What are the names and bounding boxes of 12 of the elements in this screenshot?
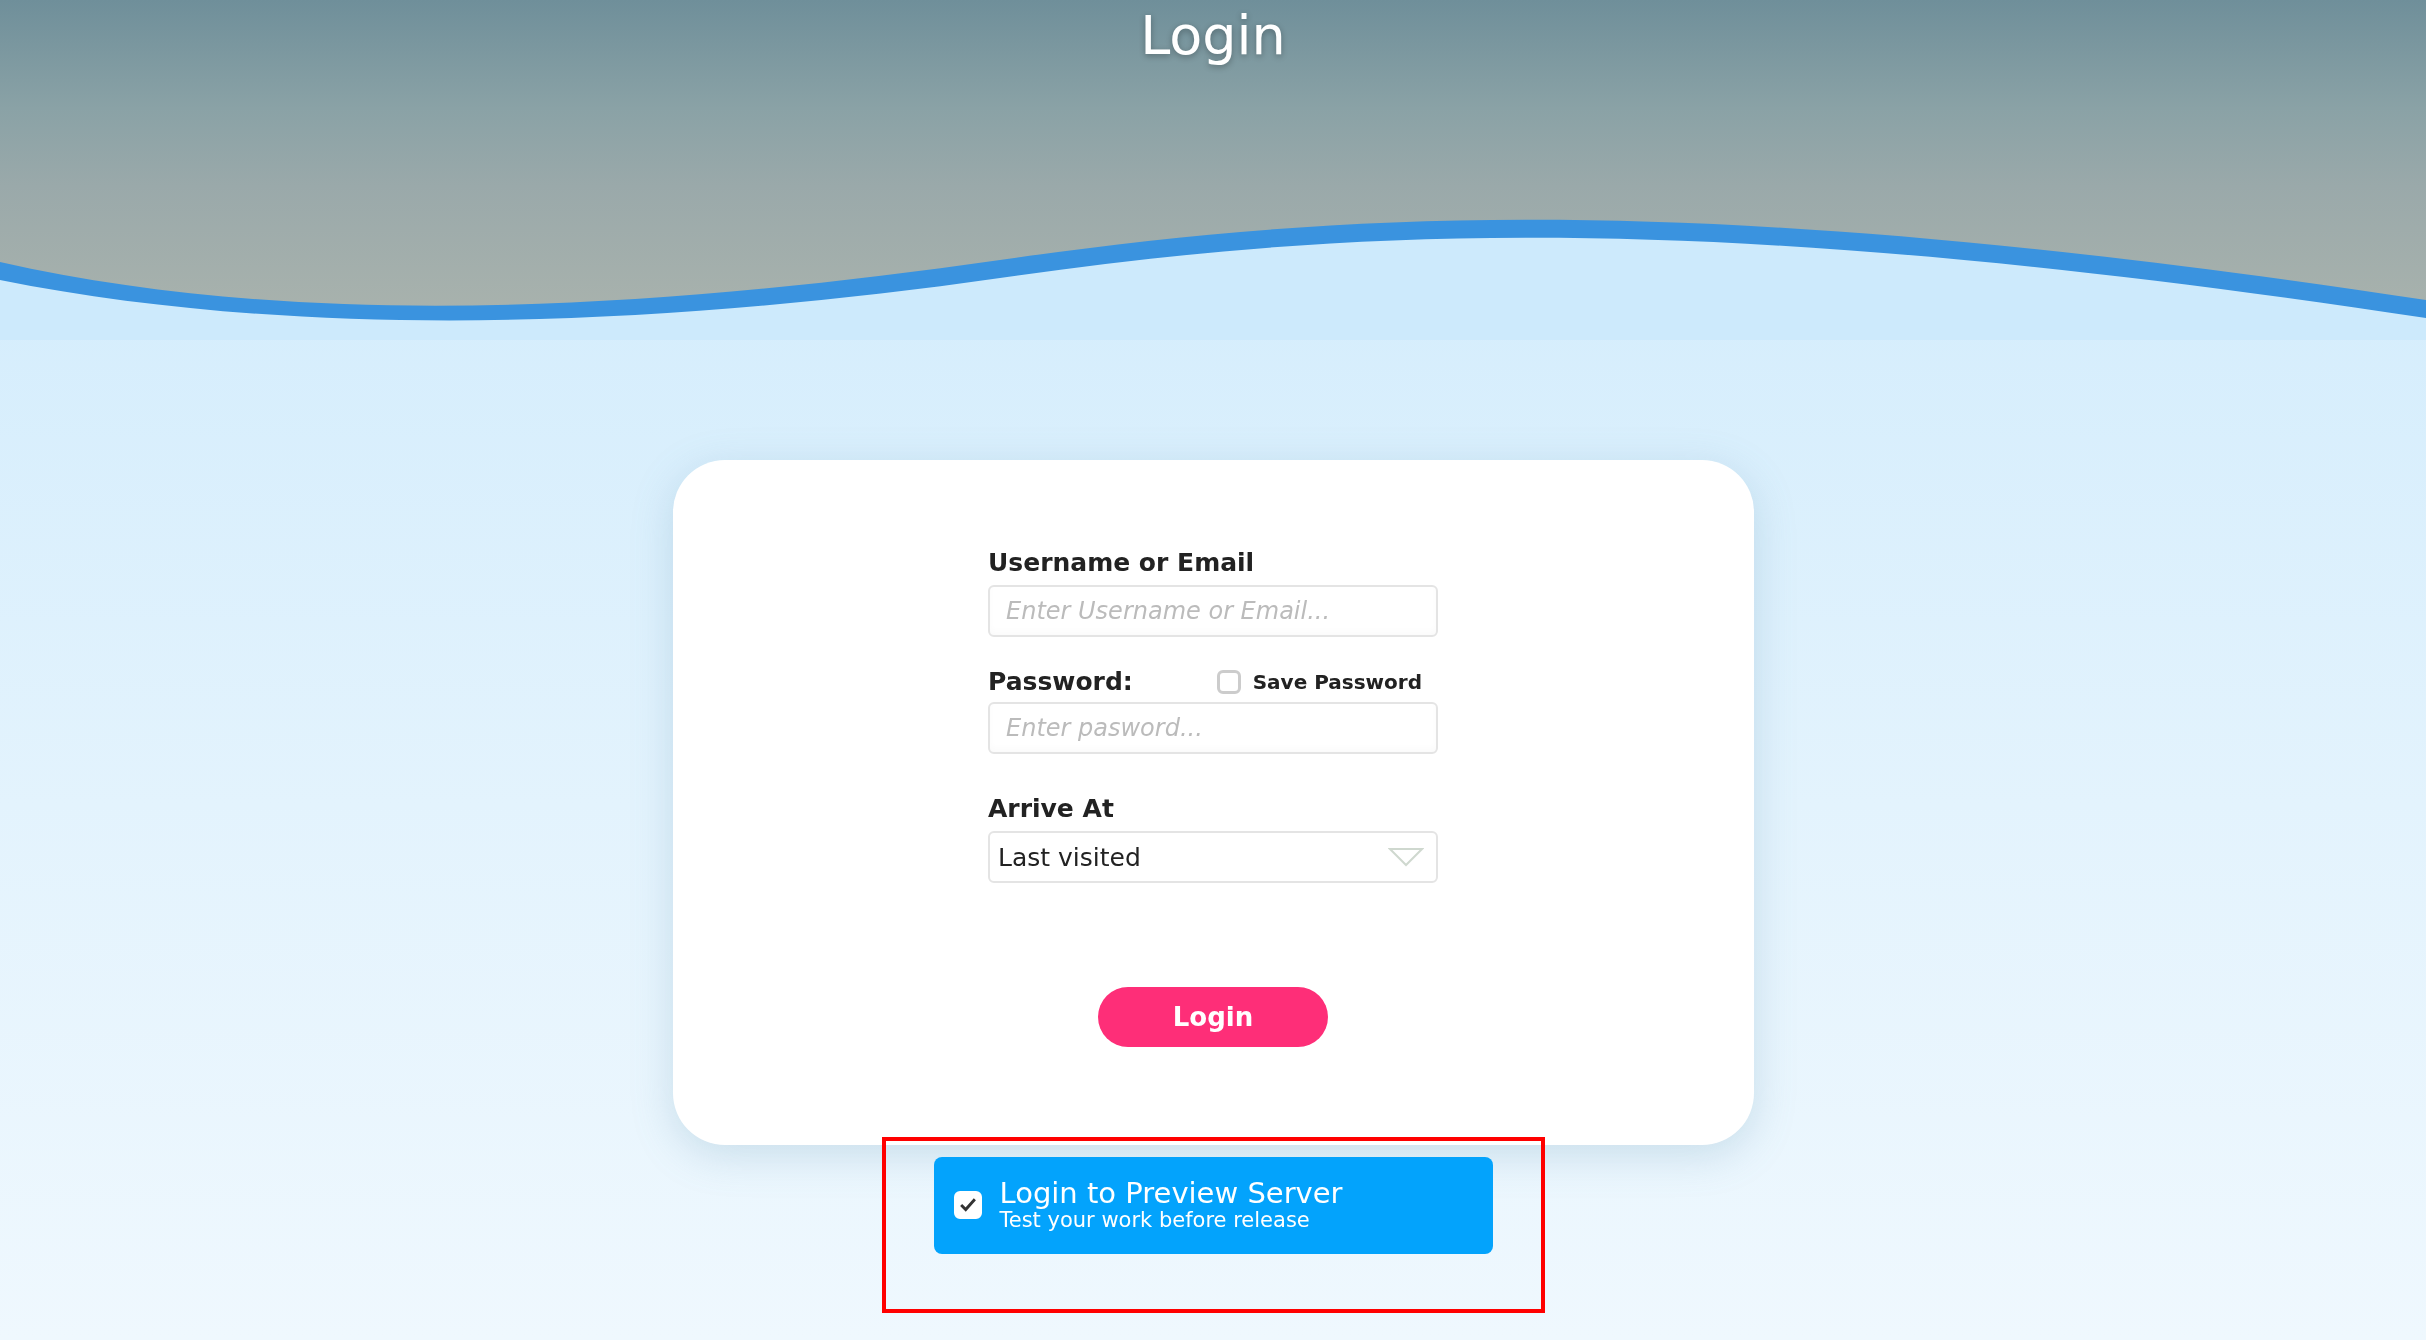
arrive-at-dropdown[interactable]: Last visited <box>988 831 1438 883</box>
caret-icon <box>1388 847 1424 867</box>
field-label: Password: <box>988 667 1133 696</box>
preview-subtitle: Test your work before release <box>999 1208 1311 1233</box>
field-label: Username or Email <box>988 548 1256 577</box>
username-field[interactable]: Enter Username or Email... <box>988 585 1438 637</box>
page-title: Login <box>1140 4 1286 67</box>
preview-title: Login to Preview Server <box>999 1177 1343 1209</box>
field-label: Arrive At <box>988 794 1115 823</box>
login-button[interactable]: Login <box>1098 987 1328 1047</box>
password-field[interactable]: Enter pasword... <box>988 702 1438 754</box>
save-password-checkbox[interactable]: Save Password <box>1216 669 1422 694</box>
